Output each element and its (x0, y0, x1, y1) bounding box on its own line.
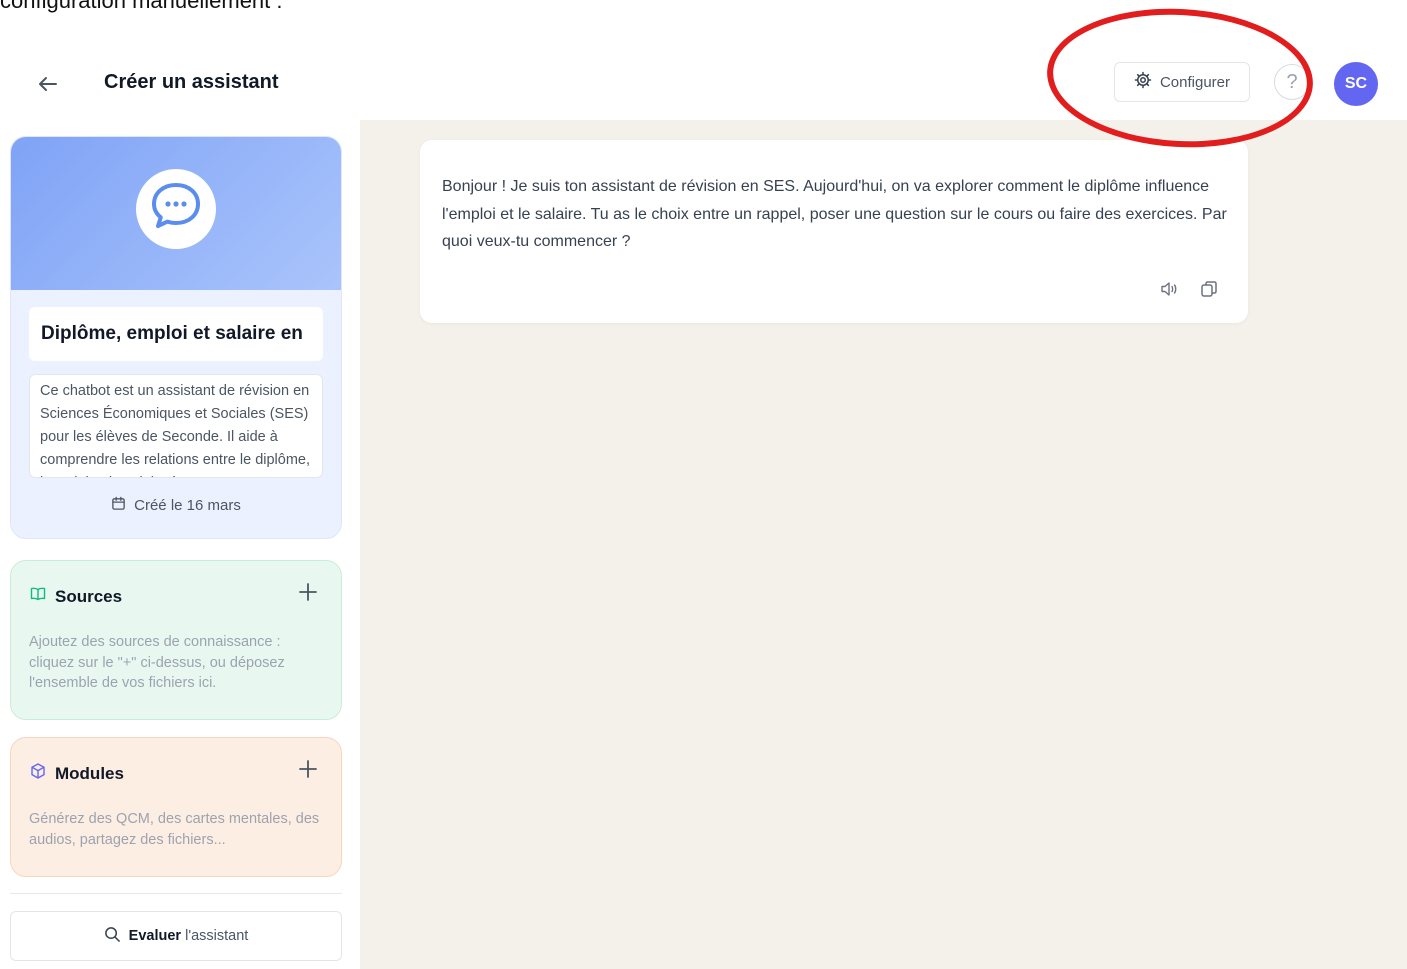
assistant-message: Bonjour ! Je suis ton assistant de révis… (420, 140, 1248, 323)
speaker-icon[interactable] (1158, 278, 1180, 300)
avatar[interactable]: SC (1334, 62, 1378, 106)
add-source-plus-icon[interactable] (297, 581, 319, 603)
gear-icon (1134, 71, 1152, 93)
sources-title: Sources (55, 586, 123, 606)
cube-icon (29, 762, 47, 785)
assistant-name-field[interactable]: Diplôme, emploi et salaire en (29, 307, 323, 361)
page-title: Créer un assistant (104, 71, 279, 93)
help-button[interactable]: ? (1274, 64, 1310, 100)
search-icon (104, 926, 121, 947)
copy-icon[interactable] (1198, 278, 1220, 300)
book-icon (29, 585, 47, 608)
caption-text: configuration manuellement : (0, 0, 283, 13)
evaluate-label: Evaluer l'assistant (129, 928, 249, 944)
assistant-card: Diplôme, emploi et salaire en Ce chatbot… (10, 136, 342, 539)
sidebar: Diplôme, emploi et salaire en Ce chatbot… (0, 120, 360, 969)
chat-area: Bonjour ! Je suis ton assistant de révis… (360, 120, 1407, 969)
add-module-plus-icon[interactable] (297, 758, 319, 780)
back-arrow-icon[interactable] (34, 70, 62, 98)
configure-label: Configurer (1159, 73, 1231, 91)
created-date-label: Créé le 16 mars (134, 497, 241, 514)
message-actions (1158, 278, 1220, 300)
configure-button[interactable]: Configurer (1114, 62, 1250, 102)
assistant-hero (11, 137, 341, 290)
sources-card[interactable]: Sources Ajoutez des sources de connaissa… (10, 560, 342, 720)
evaluate-label-rest: l'assistant (181, 928, 249, 944)
top-bar: Créer un assistant Configurer ? SC (0, 40, 1407, 120)
modules-description: Générez des QCM, des cartes mentales, de… (29, 811, 320, 848)
modules-card: Modules Générez des QCM, des cartes ment… (10, 737, 342, 877)
sources-header: Sources (29, 585, 122, 608)
modules-title: Modules (55, 763, 124, 783)
assistant-description-field[interactable]: Ce chatbot est un assistant de révision … (29, 374, 323, 478)
assistant-message-text: Bonjour ! Je suis ton assistant de révis… (442, 178, 1227, 250)
modules-header: Modules (29, 762, 124, 785)
created-date: Créé le 16 mars (11, 496, 341, 515)
calendar-icon (111, 496, 126, 515)
chat-bubble-icon (144, 175, 208, 244)
evaluate-assistant-button[interactable]: Evaluer l'assistant (10, 911, 342, 961)
sources-description: Ajoutez des sources de connaissance : cl… (29, 634, 285, 691)
assistant-avatar[interactable] (136, 169, 216, 249)
sidebar-divider (10, 893, 342, 894)
evaluate-label-bold: Evaluer (128, 928, 182, 944)
